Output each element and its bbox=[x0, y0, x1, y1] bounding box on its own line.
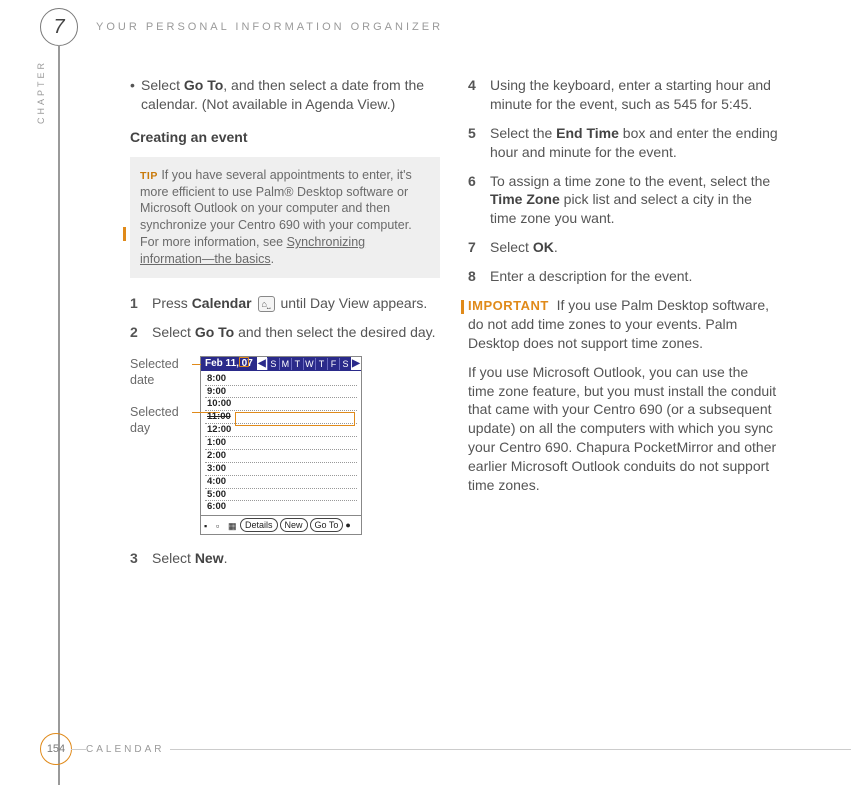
step-item: 6 To assign a time zone to the event, se… bbox=[468, 172, 778, 229]
page-number: 154 bbox=[47, 743, 65, 755]
step-item: 5 Select the End Time box and enter the … bbox=[468, 124, 778, 162]
text: . bbox=[554, 239, 558, 255]
tip-box: TIP If you have several appointments to … bbox=[130, 157, 440, 278]
text: and then select the desired day. bbox=[234, 324, 435, 340]
step-item: 4 Using the keyboard, enter a starting h… bbox=[468, 76, 778, 114]
text: Select bbox=[490, 239, 533, 255]
section-heading: Creating an event bbox=[130, 128, 440, 147]
term-end-time: End Time bbox=[556, 125, 619, 141]
day-header: M bbox=[279, 358, 291, 370]
day-header: S bbox=[339, 358, 351, 370]
term-go-to: Go To bbox=[184, 77, 223, 93]
prev-arrow-icon: ◀ bbox=[257, 357, 267, 371]
hour-row: 12:00 bbox=[205, 424, 357, 437]
hour-row: 10:00 bbox=[205, 398, 357, 411]
step-item: 2 Select Go To and then select the desir… bbox=[130, 323, 440, 342]
page-title: YOUR PERSONAL INFORMATION ORGANIZER bbox=[96, 21, 443, 33]
page-number-badge: 154 bbox=[40, 733, 72, 765]
term-ok: OK bbox=[533, 239, 554, 255]
text: To assign a time zone to the event, sele… bbox=[490, 173, 770, 189]
step-number: 4 bbox=[468, 76, 490, 114]
footer-section: CALENDAR bbox=[86, 744, 170, 755]
paragraph: If you use Microsoft Outlook, you can us… bbox=[468, 363, 778, 495]
hour-row: 9:00 bbox=[205, 386, 357, 399]
figure-label-selected-day: Selected day bbox=[130, 404, 200, 437]
step-number: 1 bbox=[130, 294, 152, 313]
step-item: 1 Press Calendar ⌂⎵ until Day View appea… bbox=[130, 294, 440, 313]
highlight-slot-icon bbox=[235, 412, 355, 426]
goto-button: Go To bbox=[310, 518, 344, 532]
term-calendar: Calendar bbox=[192, 295, 252, 311]
text: Press bbox=[152, 295, 192, 311]
text: . bbox=[224, 550, 228, 566]
text: . bbox=[271, 252, 274, 266]
hour-row: 2:00 bbox=[205, 450, 357, 463]
hour-row: 8:00 bbox=[205, 373, 357, 386]
footer-dot-icon: ● bbox=[345, 519, 350, 531]
calendar-key-icon: ⌂⎵ bbox=[258, 296, 275, 312]
text: Select bbox=[152, 550, 195, 566]
text: Enter a description for the event. bbox=[490, 267, 778, 286]
bullet-item: • Select Go To, and then select a date f… bbox=[130, 76, 440, 114]
text: Select bbox=[141, 77, 184, 93]
step-item: 8 Enter a description for the event. bbox=[468, 267, 778, 286]
details-button: Details bbox=[240, 518, 278, 532]
tip-marker-icon bbox=[123, 227, 126, 241]
day-header: T bbox=[291, 358, 303, 370]
figure: Selected date Selected day Feb 11, 07 ◀ … bbox=[130, 356, 440, 536]
step-item: 3 Select New. bbox=[130, 549, 440, 568]
day-header: F bbox=[327, 358, 339, 370]
step-number: 2 bbox=[130, 323, 152, 342]
tip-label: TIP bbox=[140, 170, 158, 182]
footer-icon: ▫ bbox=[216, 520, 226, 530]
footer-icon: ▦ bbox=[228, 520, 238, 530]
important-marker-icon bbox=[461, 300, 464, 314]
hour-row: 1:00 bbox=[205, 437, 357, 450]
chapter-badge: 7 bbox=[40, 8, 78, 46]
step-number: 6 bbox=[468, 172, 490, 229]
step-number: 7 bbox=[468, 238, 490, 257]
next-arrow-icon: ▶ bbox=[351, 357, 361, 371]
hour-row: 6:00 bbox=[205, 501, 357, 513]
device-screenshot: Feb 11, 07 ◀ S M T W T F S ▶ bbox=[200, 356, 362, 536]
registered-symbol: ® bbox=[284, 185, 293, 199]
day-header: S bbox=[267, 358, 279, 370]
new-button: New bbox=[280, 518, 308, 532]
footer-icon: ▪ bbox=[204, 520, 214, 530]
figure-label-selected-date: Selected date bbox=[130, 356, 200, 389]
step-number: 3 bbox=[130, 549, 152, 568]
term-time-zone: Time Zone bbox=[490, 191, 560, 207]
hour-row: 4:00 bbox=[205, 476, 357, 489]
step-item: 7 Select OK. bbox=[468, 238, 778, 257]
chapter-number: 7 bbox=[53, 16, 64, 39]
text: until Day View appears. bbox=[280, 295, 427, 311]
chapter-vertical-label: CHAPTER bbox=[36, 60, 46, 124]
step-number: 5 bbox=[468, 124, 490, 162]
text: Select bbox=[152, 324, 195, 340]
highlight-day-icon bbox=[239, 357, 249, 367]
step-number: 8 bbox=[468, 267, 490, 286]
important-label: IMPORTANT bbox=[468, 298, 549, 313]
text: Select the bbox=[490, 125, 556, 141]
bullet-dot: • bbox=[130, 76, 141, 114]
day-header: T bbox=[315, 358, 327, 370]
hour-row: 5:00 bbox=[205, 489, 357, 502]
term-go-to: Go To bbox=[195, 324, 234, 340]
term-new: New bbox=[195, 550, 224, 566]
hour-row: 3:00 bbox=[205, 463, 357, 476]
text: Using the keyboard, enter a starting hou… bbox=[490, 76, 778, 114]
day-header: W bbox=[303, 358, 315, 370]
